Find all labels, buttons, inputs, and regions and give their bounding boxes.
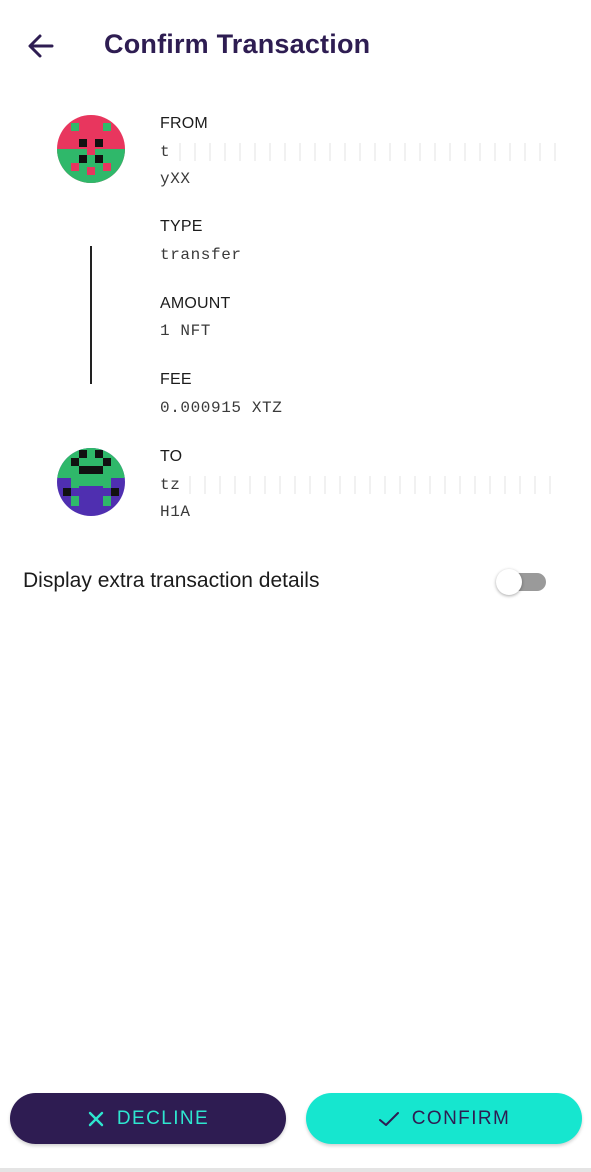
extra-details-label: Display extra transaction details — [23, 569, 320, 592]
back-button[interactable] — [22, 28, 58, 64]
from-label: FROM — [160, 115, 208, 132]
from-account-avatar — [57, 115, 125, 183]
extra-details-toggle[interactable] — [496, 569, 548, 595]
checkmark-icon — [378, 1110, 400, 1128]
from-address-prefix: t — [160, 143, 171, 161]
to-label: TO — [160, 448, 183, 465]
type-value: transfer — [160, 246, 242, 264]
amount-value: 1 NFT — [160, 322, 212, 340]
from-address-redacted — [172, 143, 562, 161]
decline-button[interactable]: DECLINE — [10, 1093, 286, 1144]
transaction-connector-line — [90, 246, 92, 384]
decline-label: DECLINE — [116, 1107, 210, 1129]
to-address-end: H1A — [160, 503, 191, 521]
page-title: Confirm Transaction — [104, 29, 371, 59]
bottom-divider — [0, 1168, 591, 1172]
type-label: TYPE — [160, 218, 203, 235]
from-address-end: yXX — [160, 170, 191, 188]
toggle-thumb — [496, 569, 522, 595]
fee-label: FEE — [160, 371, 192, 388]
confirm-button[interactable]: CONFIRM — [306, 1093, 582, 1144]
arrow-left-icon — [28, 34, 54, 58]
to-account-avatar — [57, 448, 125, 516]
fee-value: 0.000915 XTZ — [160, 399, 283, 417]
app-header: Confirm Transaction — [0, 0, 591, 92]
to-address-prefix: tz — [160, 476, 181, 494]
confirm-label: CONFIRM — [411, 1107, 511, 1129]
amount-label: AMOUNT — [160, 295, 231, 312]
to-address-redacted — [182, 476, 562, 494]
close-icon — [87, 1110, 105, 1128]
